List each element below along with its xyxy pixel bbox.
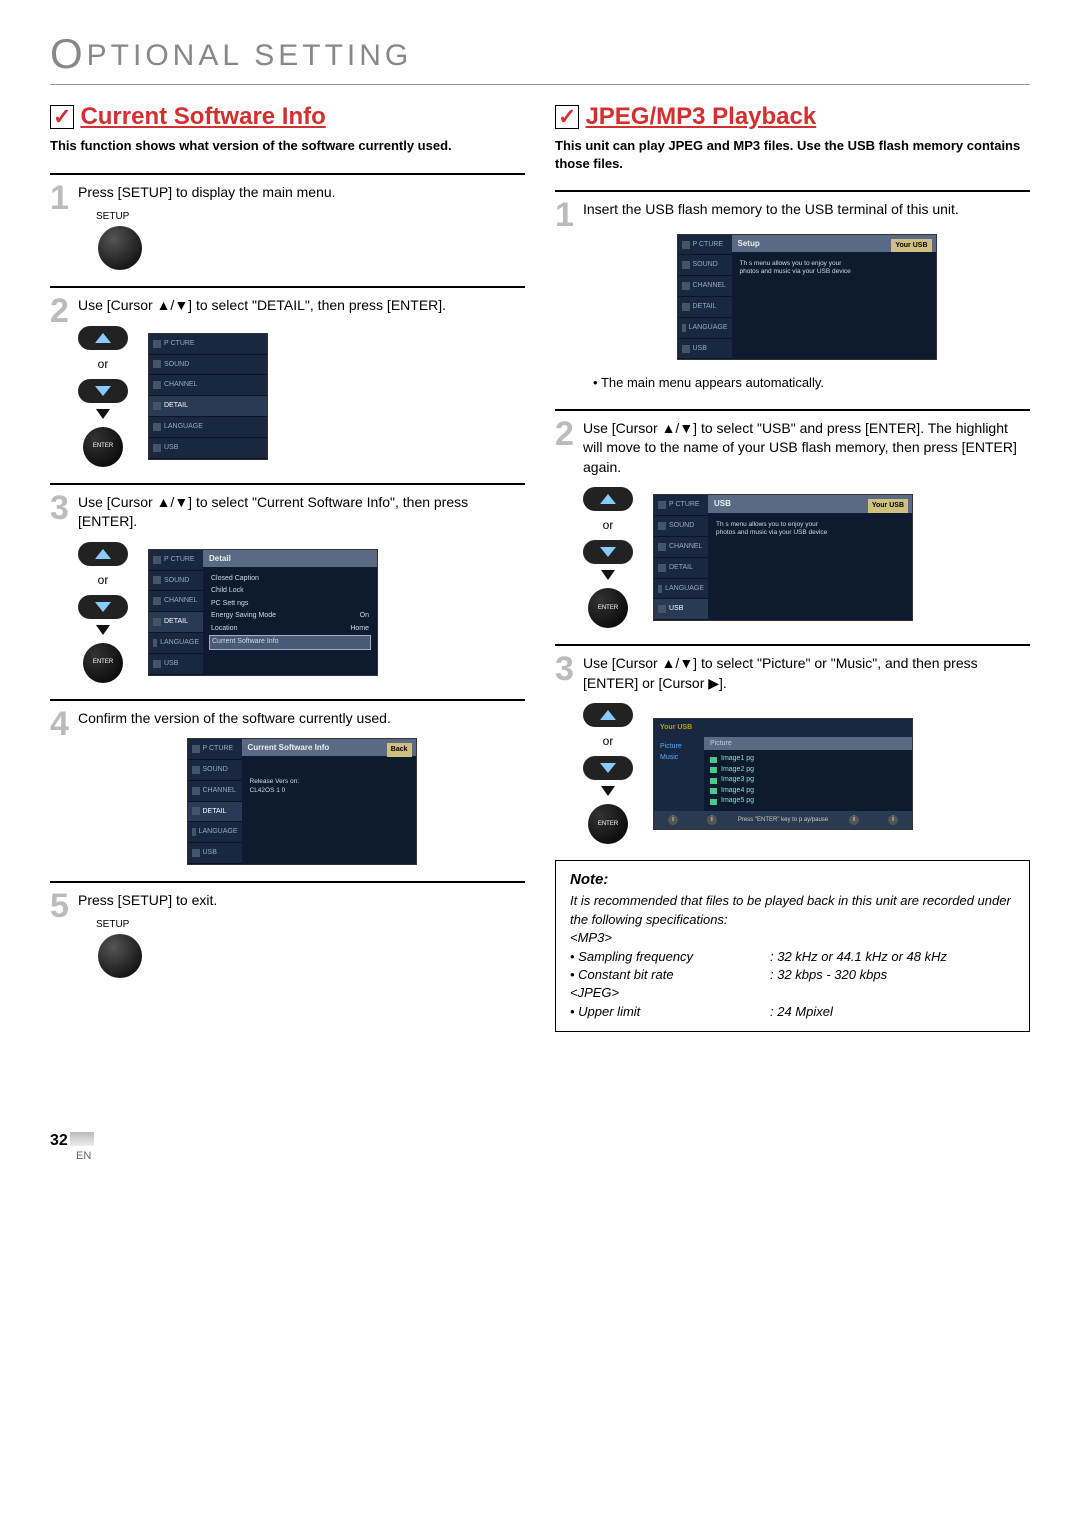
tv-software-info: P CTURE SOUND CHANNEL DETAIL LANGUAGE US… [187,738,417,865]
dpad-up-icon [78,542,128,566]
checkbox-icon: ✓ [50,105,74,129]
step-number: 3 [555,650,574,689]
dpad-down-icon [78,379,128,403]
tv-menu-sidebar: P CTURE SOUND CHANNEL DETAIL LANGUAGE US… [148,333,268,460]
page-number: 32 [50,1132,1030,1150]
tv-setup-screen: P CTURE SOUND CHANNEL DETAIL LANGUAGE US… [677,234,937,361]
tv-detail-menu: P CTURE SOUND CHANNEL DETAIL LANGUAGE US… [148,549,378,676]
note-box: Note: It is recommended that files to be… [555,860,1030,1032]
step-number: 2 [50,292,69,331]
cursor-control-graphic: or ENTER [583,703,633,844]
arrow-down-icon [96,625,110,635]
cursor-control-graphic: or ENTER [583,487,633,628]
checkbox-icon: ✓ [555,105,579,129]
setup-label: SETUP [96,210,525,224]
step2-text: Use [Cursor ▲/▼] to select "DETAIL", the… [78,296,525,316]
r-step1-text: Insert the USB flash memory to the USB t… [583,200,1030,220]
dpad-up-icon [583,487,633,511]
tv-menu-item: CHANNEL [149,375,267,396]
cursor-control-graphic: or ENTER [78,326,128,467]
step-number: 2 [555,415,574,454]
file-browser: Your USB Picture Music Picture Image1 pg [653,718,913,830]
note-jpeg-header: <JPEG> [570,984,1015,1002]
enter-button-icon: ENTER [588,588,628,628]
or-text: or [603,733,614,750]
step5-text: Press [SETUP] to exit. [78,891,525,911]
section-desc-left: This function shows what version of the … [50,137,525,155]
step-1-left: 1 Press [SETUP] to display the main menu… [50,173,525,271]
header-cap: O [50,30,87,77]
r-step1-sub: The main menu appears automatically. [601,375,824,390]
step-3-left: 3 Use [Cursor ▲/▼] to select "Current So… [50,483,525,683]
step-1-right: 1 Insert the USB flash memory to the USB… [555,190,1030,393]
step-number: 1 [555,196,574,235]
your-usb-badge: Your USB [891,239,931,253]
step-number: 1 [50,179,69,218]
enter-button-icon: ENTER [588,804,628,844]
tv-menu-item: SOUND [149,355,267,376]
or-text: or [98,356,109,373]
dpad-up-icon [78,326,128,350]
dpad-up-icon [583,703,633,727]
step-3-right: 3 Use [Cursor ▲/▼] to select "Picture" o… [555,644,1030,844]
step-2-left: 2 Use [Cursor ▲/▼] to select "DETAIL", t… [50,286,525,466]
arrow-down-icon [601,570,615,580]
r-step2-text: Use [Cursor ▲/▼] to select "USB" and pre… [583,419,1030,478]
setup-button-icon [98,226,142,270]
step-number: 3 [50,489,69,528]
or-text: or [98,572,109,589]
arrow-down-icon [96,409,110,419]
tv-usb-screen: P CTURE SOUND CHANNEL DETAIL LANGUAGE US… [653,494,913,621]
setup-button-icon [98,934,142,978]
step3-text: Use [Cursor ▲/▼] to select "Current Soft… [78,493,525,532]
step1-text: Press [SETUP] to display the main menu. [78,183,525,203]
enter-button-icon: ENTER [83,643,123,683]
note-title: Note: [570,871,1015,888]
page-header: OPTIONAL SETTING [50,30,1030,78]
dpad-down-icon [583,540,633,564]
arrow-down-icon [601,786,615,796]
back-badge: Back [387,743,412,757]
dpad-down-icon [583,756,633,780]
left-column: ✓Current Software Info This function sho… [50,103,525,1032]
note-mp3-header: <MP3> [570,929,1015,947]
step-number: 5 [50,887,69,926]
section-title-software-info: ✓Current Software Info [50,103,525,131]
section-desc-right: This unit can play JPEG and MP3 files. U… [555,137,1030,172]
step-5-left: 5 Press [SETUP] to exit. SETUP [50,881,525,979]
header-text: PTIONAL SETTING [87,39,413,72]
note-intro: It is recommended that files to be playe… [570,892,1015,929]
tv-menu-item: LANGUAGE [149,417,267,438]
your-usb-badge: Your USB [868,499,908,513]
step-2-right: 2 Use [Cursor ▲/▼] to select "USB" and p… [555,409,1030,629]
step4-text: Confirm the version of the software curr… [78,709,525,729]
dpad-down-icon [78,595,128,619]
step-number: 4 [50,705,69,744]
step-4-left: 4 Confirm the version of the software cu… [50,699,525,865]
tv-menu-item: USB [149,438,267,459]
r-step3-text: Use [Cursor ▲/▼] to select "Picture" or … [583,654,1030,693]
section-title-playback: ✓JPEG/MP3 Playback [555,103,1030,131]
or-text: or [603,517,614,534]
cursor-control-graphic: or ENTER [78,542,128,683]
page-lang: EN [76,1150,1030,1162]
right-column: ✓JPEG/MP3 Playback This unit can play JP… [555,103,1030,1032]
setup-label: SETUP [96,918,525,932]
tv-menu-item: DETAIL [149,396,267,417]
tv-menu-item: P CTURE [149,334,267,355]
header-rule [50,84,1030,85]
enter-button-icon: ENTER [83,427,123,467]
